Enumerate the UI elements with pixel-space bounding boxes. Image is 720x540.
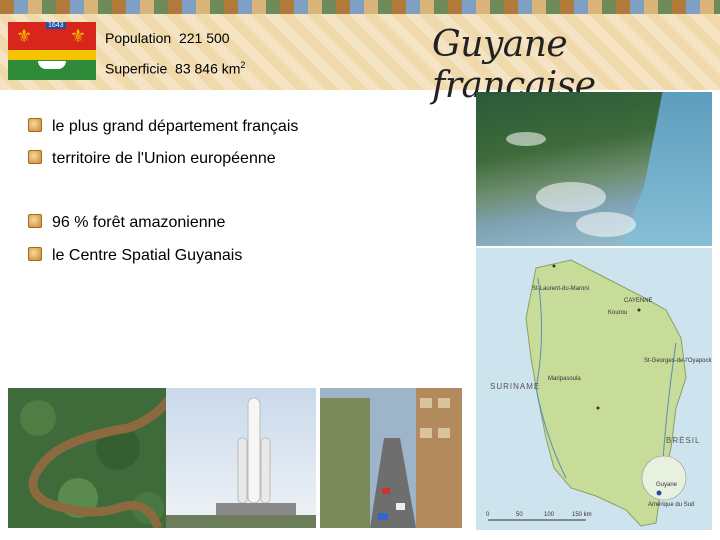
flag-year: 1643 bbox=[46, 22, 66, 29]
bullet-text: le Centre Spatial Guyanais bbox=[52, 247, 243, 264]
population-label: Population bbox=[105, 30, 172, 46]
fleur-de-lis-icon: ⚜ bbox=[16, 26, 33, 47]
ariane-rocket-photo bbox=[166, 388, 316, 528]
area-label: Superficie bbox=[105, 60, 168, 77]
map-region-label: Guyane bbox=[656, 482, 678, 488]
fleur-de-lis-icon: ⚜ bbox=[70, 26, 87, 47]
ship-icon bbox=[38, 61, 66, 69]
list-item: 96 % forêt amazonienne bbox=[28, 214, 225, 232]
area-unit-sup: 2 bbox=[240, 60, 246, 70]
list-item: territoire de l'Union européenne bbox=[28, 150, 276, 168]
satellite-image bbox=[476, 92, 712, 246]
bullet-text: le plus grand département français bbox=[52, 118, 299, 135]
area-stat: Superficie 83 846 km2 bbox=[105, 60, 245, 77]
bullet-icon bbox=[28, 150, 42, 164]
map-marker bbox=[656, 490, 662, 496]
cayenne-street-photo bbox=[320, 388, 462, 528]
map-scale-label: 150 km bbox=[572, 512, 592, 518]
population-stat: Population 221 500 bbox=[105, 30, 230, 46]
map-country-label: SURINAME bbox=[490, 382, 541, 391]
map-town-label: St-Laurent-du-Maroni bbox=[532, 286, 590, 292]
map-scale-label: 100 bbox=[544, 512, 555, 518]
guyane-flag: 1643 ⚜ ⚜ bbox=[8, 22, 96, 80]
bullet-icon bbox=[28, 118, 42, 132]
population-value: 221 500 bbox=[178, 30, 230, 46]
amazon-river-photo bbox=[8, 388, 166, 528]
map-capital-label: CAYENNE bbox=[624, 298, 653, 304]
map-town-label: Kourou bbox=[608, 310, 628, 316]
map-town-label: Maripasoula bbox=[548, 376, 581, 382]
bullet-icon bbox=[28, 214, 42, 228]
list-item: le Centre Spatial Guyanais bbox=[28, 247, 242, 265]
map-marker bbox=[596, 406, 600, 410]
map-scale-label: 50 bbox=[516, 512, 523, 518]
map-neighbor-label: BRÉSIL bbox=[666, 436, 701, 445]
map-scale-label: 0 bbox=[486, 512, 490, 518]
bullet-icon bbox=[28, 247, 42, 261]
region-map: St-Laurent-du-Maroni CAYENNE Kourou St-G… bbox=[476, 248, 712, 530]
bullet-text: territoire de l'Union européenne bbox=[52, 150, 276, 167]
area-value: 83 846 km bbox=[175, 60, 241, 77]
map-continent-label: Amérique du Sud bbox=[648, 502, 695, 508]
map-marker bbox=[637, 308, 641, 312]
list-item: le plus grand département français bbox=[28, 118, 298, 136]
bullet-text: 96 % forêt amazonienne bbox=[52, 214, 226, 231]
map-town-label: St-Georges-de-l'Oyapock bbox=[644, 358, 712, 364]
decorative-border bbox=[0, 0, 720, 14]
map-marker bbox=[552, 264, 556, 268]
